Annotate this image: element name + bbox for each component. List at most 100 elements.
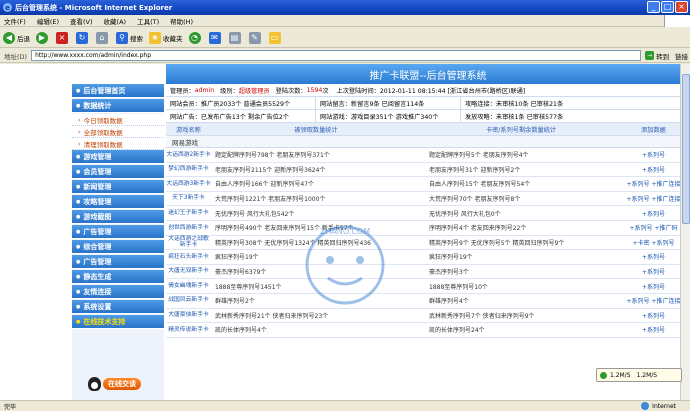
game-name-link[interactable]: 疯狂石头新手卡: [166, 254, 211, 261]
add-data-link[interactable]: +系列号 +推广码: [621, 223, 686, 232]
game-name-link[interactable]: 大唐豪侠新手卡: [166, 312, 211, 319]
admin-name: admin: [194, 86, 215, 94]
online-chat-button[interactable]: 在线交谈: [88, 376, 152, 392]
game-name-link[interactable]: 战国风云新手卡: [166, 297, 211, 304]
game-name-link[interactable]: 梦幻西游新手卡: [166, 166, 211, 173]
sidebar-item-games[interactable]: ● 游戏管理: [72, 150, 164, 164]
maximize-button[interactable]: □: [661, 1, 674, 13]
address-input[interactable]: http://www.xxxx.com/admin/index.php: [31, 50, 642, 61]
sidebar-item-ads-2[interactable]: ● 广告管理: [72, 255, 164, 269]
game-name-link[interactable]: 迷幻王子新手卡: [166, 210, 211, 217]
favorites-button[interactable]: ★ 收藏夹: [149, 31, 183, 44]
sidebar-item-home[interactable]: ● 后台管理首页: [72, 84, 164, 98]
game-name-link[interactable]: 精灵传说新手卡: [166, 327, 211, 334]
home-button[interactable]: ⌂: [96, 31, 110, 44]
table-row: 大话西游3新手卡 自由人序列号166个 迎新序列号47个 自由人序列号15个 老朋友…: [166, 177, 686, 192]
header-remaining: 卡密/系列号剩余数量统计: [485, 126, 557, 134]
add-data-link[interactable]: +系列号 +推广连接: [621, 194, 686, 203]
forward-button[interactable]: ▶: [36, 31, 50, 44]
mail-button[interactable]: ✉: [208, 31, 223, 44]
print-button[interactable]: ▤: [228, 31, 243, 44]
add-data-link[interactable]: +系列号: [621, 282, 686, 291]
header-game-name: 游戏名称: [176, 126, 201, 134]
sidebar-subitem-clear[interactable]: › 清理领取数据: [72, 138, 164, 150]
table-row: 大唐豪侠新手卡 武林新秀序列号21个 侠者归来序列号23个 武林新秀序列号7个 侠者…: [166, 309, 686, 324]
stat-games: 网站游戏：游戏目录351个 游戏推广340个: [316, 110, 461, 122]
sidebar-item-members[interactable]: ● 会员管理: [72, 165, 164, 179]
sidebar-item-support[interactable]: ● 在线技术支持: [72, 315, 164, 329]
refresh-icon: ↻: [76, 31, 88, 44]
toolbar: ◀ 后退 ▶ × ↻ ⌂ ⚲ 搜索 ★ 收藏夹 ◔ ✉ ▤ ✎ ▭: [0, 28, 690, 48]
table-row: 精灵传说新手卡 凯的长体序列号4个 凯的长体序列号24个 +系列号: [166, 323, 686, 338]
sidebar-item-news[interactable]: ● 新闻管理: [72, 180, 164, 194]
back-button[interactable]: ◀ 后退: [3, 31, 30, 44]
stat-guides: 发放攻略：未审核1条 已审核577条: [465, 113, 564, 121]
sidebar-subitem-all[interactable]: › 全部领取数据: [72, 126, 164, 138]
table-row: 天下3新手卡 大荒序列号1221个 老朋友序列号1000个 大荒序列号70个 老朋友…: [166, 192, 686, 207]
menu-edit[interactable]: 编辑(E): [37, 16, 59, 26]
menu-help[interactable]: 帮助(H): [170, 16, 193, 26]
add-data-link[interactable]: +卡密 +系列号: [621, 238, 686, 247]
menu-view[interactable]: 查看(V): [70, 16, 93, 26]
sidebar-item-ads[interactable]: ● 广告管理: [72, 225, 164, 239]
network-speed-widget[interactable]: 1.2M/S 1.2M/S: [596, 368, 682, 382]
game-name-link[interactable]: 大话西游3新手卡: [166, 181, 211, 188]
arrow-icon: ●: [76, 258, 81, 265]
arrow-icon: ●: [76, 273, 81, 280]
sidebar-item-general[interactable]: ● 综合管理: [72, 240, 164, 254]
status-bar: 完毕 Internet: [0, 400, 690, 411]
search-icon: ⚲: [116, 31, 128, 44]
add-data-link[interactable]: +系列号: [621, 150, 686, 159]
add-data-link[interactable]: +系列号: [621, 209, 686, 218]
folder-button[interactable]: ▭: [268, 31, 283, 44]
stat-messages: 网站留言：新留言9条 已阅留言114条: [316, 97, 461, 109]
sidebar-item-settings[interactable]: ● 系统设置: [72, 300, 164, 314]
game-name-link[interactable]: 天下3新手卡: [166, 195, 211, 202]
add-data-link[interactable]: +系列号 +推广连接: [621, 179, 686, 188]
page-scrollbar[interactable]: [680, 64, 690, 400]
game-name-link[interactable]: 大唐无双新手卡: [166, 268, 211, 275]
table-row: 大话西游之战歌新手卡 精英序列号308个 无优序列号1324个 精英回归序列号43…: [166, 236, 686, 251]
add-data-link[interactable]: +系列号: [621, 311, 686, 320]
game-name-link[interactable]: 倩女幽魂新手卡: [166, 283, 211, 290]
game-name-link[interactable]: 创世西游新手卡: [166, 225, 211, 232]
stats-row-1: 网站会员：推广员2033个 普通会员5529个 网站留言：新留言9条 已阅留言1…: [166, 97, 686, 110]
go-arrow-icon: →: [645, 51, 655, 60]
menu-file[interactable]: 文件(F): [4, 16, 26, 26]
sidebar-item-stats[interactable]: ● 数据统计: [72, 99, 164, 113]
stat-guide-links: 攻略连接：未审核10条 已审核21条: [465, 100, 564, 108]
add-data-link[interactable]: +系列号: [621, 252, 686, 261]
add-data-link[interactable]: +系列号: [621, 267, 686, 276]
history-button[interactable]: ◔: [188, 31, 203, 44]
links-label[interactable]: 链接: [675, 51, 688, 61]
add-data-link[interactable]: +系列号 +推广连接: [621, 296, 686, 305]
game-name-link[interactable]: 大话西游2新手卡: [166, 152, 211, 159]
scrollbar-thumb[interactable]: [682, 74, 690, 224]
sidebar-subitem-today[interactable]: › 今日领取数据: [72, 114, 164, 126]
close-button[interactable]: ×: [675, 1, 688, 13]
edit-button[interactable]: ✎: [248, 31, 263, 44]
table-row: 迷幻王子新手卡 无优序列号 风行大礼包542个 无优序列号 风行大礼包0个 +系列号: [166, 206, 686, 221]
address-label: 地址(D): [4, 52, 28, 61]
minimize-button[interactable]: _: [647, 1, 660, 13]
add-data-link[interactable]: +系列号: [621, 165, 686, 174]
go-button[interactable]: → 转到: [645, 51, 669, 61]
sidebar-item-static[interactable]: ● 静态生成: [72, 270, 164, 284]
menu-tools[interactable]: 工具(T): [137, 16, 159, 26]
table-row: 大话西游2新手卡 题定配牌序列号798个 老朋友序列号371个 题定配牌序列号5个 …: [166, 148, 686, 163]
table-row: 倩女幽魂新手卡 1888至尊序列号1451个 1888至尊序列号10个 +系列号: [166, 279, 686, 294]
arrow-icon: ●: [76, 303, 81, 310]
game-name-link[interactable]: 大话西游之战歌新手卡: [166, 236, 211, 249]
add-data-link[interactable]: +系列号: [621, 325, 686, 334]
sidebar-item-guides[interactable]: ● 攻略管理: [72, 195, 164, 209]
sidebar-item-screenshots[interactable]: ● 游戏截图: [72, 210, 164, 224]
table-header: 游戏名称 被领取数量统计 卡密/系列号剩余数量统计 添加数据: [166, 123, 686, 136]
sidebar-item-links[interactable]: ● 友情连接: [72, 285, 164, 299]
page-content: 推广卡联盟--后台管理系统 ● 后台管理首页 ● 数据统计 › 今日领取数据 › 全部领…: [0, 64, 690, 400]
refresh-button[interactable]: ↻: [76, 31, 90, 44]
stop-button[interactable]: ×: [56, 31, 70, 44]
search-button[interactable]: ⚲ 搜索: [116, 31, 143, 44]
arrow-icon: ●: [76, 168, 81, 175]
back-arrow-icon: ◀: [3, 31, 15, 44]
menu-favorites[interactable]: 收藏(A): [104, 16, 127, 26]
